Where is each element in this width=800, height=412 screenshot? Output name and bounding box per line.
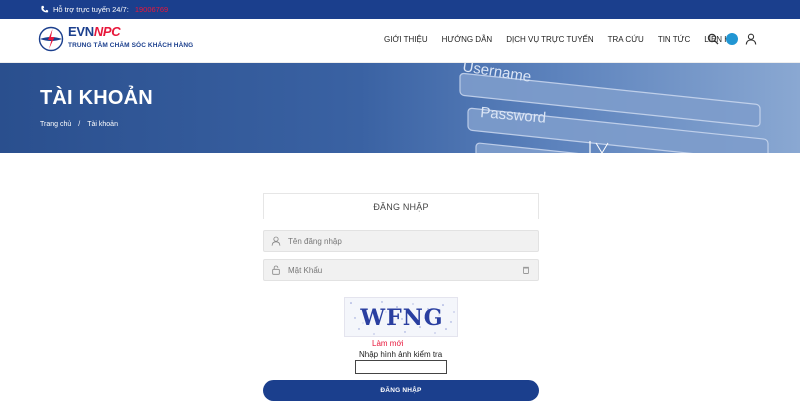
login-button[interactable]: ĐĂNG NHẬP xyxy=(263,380,539,401)
main-nav: GIỚI THIỆU HƯỚNG DẪN DỊCH VỤ TRỰC TUYẾN … xyxy=(384,35,749,44)
phone-icon xyxy=(41,5,49,13)
logo-brand: EVNNPC xyxy=(68,24,121,39)
captcha-image: WFNG xyxy=(344,297,458,337)
header-actions xyxy=(707,33,764,45)
login-banner-image: Username Password xyxy=(459,63,777,153)
language-icon[interactable] xyxy=(726,33,738,45)
captcha-refresh-link[interactable]: Làm mới xyxy=(372,339,403,348)
username-field[interactable] xyxy=(263,230,539,252)
password-input[interactable] xyxy=(288,265,522,275)
breadcrumb-home[interactable]: Trang chủ xyxy=(40,121,71,128)
page-banner: Username Password TÀI KHOẢN Trang chủ / Tà… xyxy=(0,63,800,153)
password-field[interactable] xyxy=(263,259,539,281)
user-icon[interactable] xyxy=(745,33,757,45)
top-support-bar: Hỗ trợ trực tuyến 24/7: 19006769 xyxy=(0,0,800,19)
nav-item-tra-cuu[interactable]: TRA CỨU xyxy=(608,35,644,44)
nav-item-huong-dan[interactable]: HƯỚNG DẪN xyxy=(442,35,493,44)
login-heading: ĐĂNG NHẬP xyxy=(263,193,539,219)
captcha-input[interactable] xyxy=(355,360,447,374)
logo-subtitle: TRUNG TÂM CHĂM SÓC KHÁCH HÀNG xyxy=(68,42,194,49)
support-label: Hỗ trợ trực tuyến 24/7: xyxy=(53,5,129,14)
logo[interactable]: EVNNPC TRUNG TÂM CHĂM SÓC KHÁCH HÀNG xyxy=(38,24,193,58)
evn-logo-icon xyxy=(38,26,64,52)
search-icon[interactable] xyxy=(707,33,719,45)
user-icon xyxy=(271,236,281,246)
captcha-label: Nhập hình ảnh kiểm tra xyxy=(359,350,443,359)
page-title: TÀI KHOẢN xyxy=(40,87,153,109)
captcha-text: WFNG xyxy=(360,305,444,331)
nav-item-tin-tuc[interactable]: TIN TỨC xyxy=(658,35,690,44)
breadcrumb-current: Tài khoản xyxy=(87,121,118,128)
nav-item-dich-vu-truc-tuyen[interactable]: DỊCH VỤ TRỰC TUYẾN xyxy=(506,35,593,44)
show-password-icon[interactable] xyxy=(522,266,530,274)
lock-icon xyxy=(272,265,280,275)
nav-item-gioi-thieu[interactable]: GIỚI THIỆU xyxy=(384,35,428,44)
breadcrumb: Trang chủ / Tài khoản xyxy=(40,121,118,128)
site-header: EVNNPC TRUNG TÂM CHĂM SÓC KHÁCH HÀNG GIỚ… xyxy=(0,19,800,63)
username-input[interactable] xyxy=(288,236,538,246)
hotline-number[interactable]: 19006769 xyxy=(135,5,168,14)
